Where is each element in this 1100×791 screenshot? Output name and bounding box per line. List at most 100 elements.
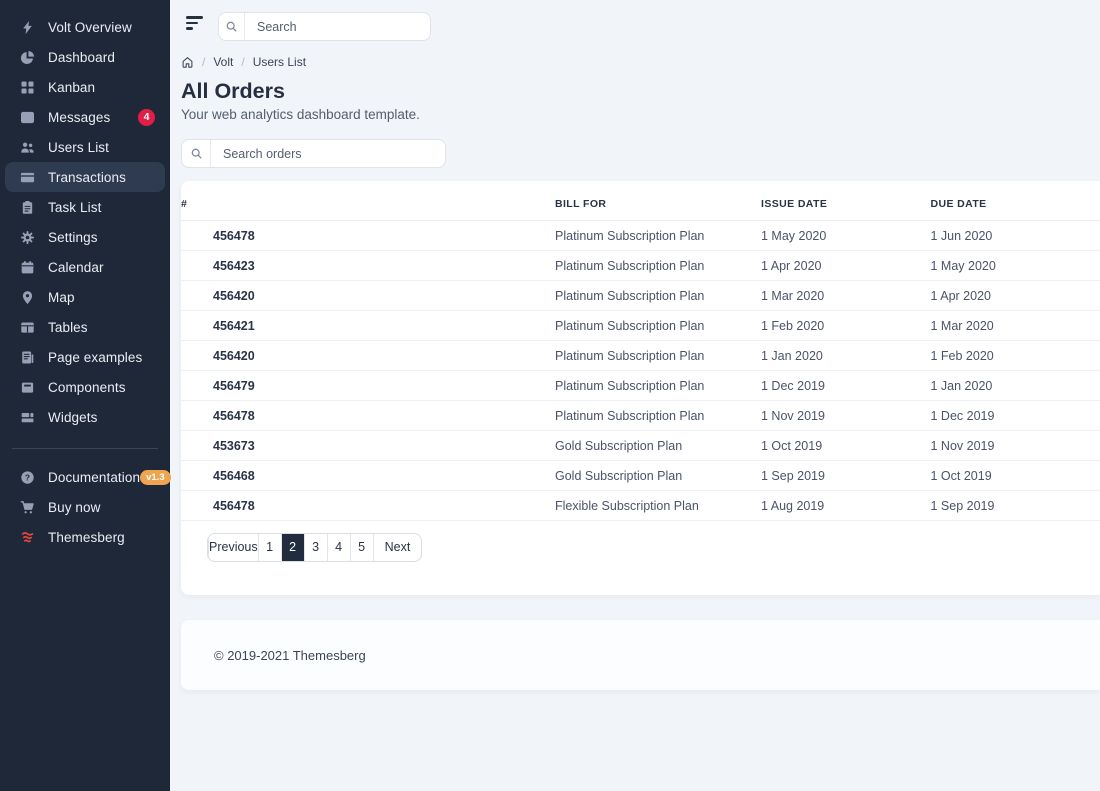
orders-search-input[interactable] [211, 140, 445, 167]
order-due-date: 1 Apr 2020 [931, 281, 1100, 311]
sidebar-item-map[interactable]: Map [5, 282, 165, 312]
sidebar-item-users-list[interactable]: Users List [5, 132, 165, 162]
sidebar-item-label: Components [48, 380, 126, 395]
order-issue-date: 1 May 2020 [761, 221, 931, 251]
table-row[interactable]: 456420 Platinum Subscription Plan 1 Jan … [181, 341, 1100, 371]
table-row[interactable]: 456479 Platinum Subscription Plan 1 Dec … [181, 371, 1100, 401]
order-due-date: 1 May 2020 [931, 251, 1100, 281]
sidebar-item-label: Settings [48, 230, 98, 245]
order-due-date: 1 Dec 2019 [931, 401, 1100, 431]
breadcrumb-volt[interactable]: Volt [213, 55, 233, 69]
page-subtitle: Your web analytics dashboard template. [181, 107, 420, 122]
sidebar-item-messages[interactable]: Messages 4 [5, 102, 165, 132]
sidebar-badge: 4 [138, 109, 155, 126]
pagination: Previous12345Next [207, 533, 422, 562]
page-button-1[interactable]: 1 [258, 534, 281, 561]
sidebar-item-dashboard[interactable]: Dashboard [5, 42, 165, 72]
order-id: 456421 [181, 311, 555, 341]
sidebar-item-kanban[interactable]: Kanban [5, 72, 165, 102]
order-id: 456478 [181, 491, 555, 521]
sidebar-item-label: Messages [48, 110, 110, 125]
file-icon [19, 349, 35, 365]
table-row[interactable]: 456478 Platinum Subscription Plan 1 May … [181, 221, 1100, 251]
cart-icon [19, 499, 35, 515]
users-icon [19, 139, 35, 155]
table-row[interactable]: 456468 Gold Subscription Plan 1 Sep 2019… [181, 461, 1100, 491]
page-button-2[interactable]: 2 [281, 534, 304, 561]
gear-icon [19, 229, 35, 245]
order-id: 453673 [181, 431, 555, 461]
column-header-due-date: DUE DATE [931, 181, 1100, 221]
sidebar-item-page-examples[interactable]: Page examples [5, 342, 165, 372]
sidebar-item-label: Dashboard [48, 50, 115, 65]
home-icon[interactable] [181, 56, 194, 69]
copyright-text: © 2019-2021 Themesberg [214, 648, 366, 663]
sidebar-item-label: Themesberg [48, 530, 125, 545]
themesberg-logo-icon [19, 529, 35, 545]
page-button-4[interactable]: 4 [327, 534, 350, 561]
table-row[interactable]: 453673 Gold Subscription Plan 1 Oct 2019… [181, 431, 1100, 461]
topbar-search-input[interactable] [245, 13, 430, 40]
table-row[interactable]: 456478 Platinum Subscription Plan 1 Nov … [181, 401, 1100, 431]
menu-toggle-button[interactable] [186, 16, 204, 31]
sidebar-item-label: Map [48, 290, 75, 305]
order-issue-date: 1 Dec 2019 [761, 371, 931, 401]
sidebar-item-calendar[interactable]: Calendar [5, 252, 165, 282]
sidebar-item-label: Volt Overview [48, 20, 132, 35]
box-icon [19, 379, 35, 395]
clipboard-icon [19, 199, 35, 215]
order-due-date: 1 Jun 2020 [931, 221, 1100, 251]
sidebar-item-documentation[interactable]: ? Documentation v1.3 [5, 462, 165, 492]
sidebar-item-label: Tables [48, 320, 88, 335]
sidebar-item-tables[interactable]: Tables [5, 312, 165, 342]
sidebar-item-themesberg[interactable]: Themesberg [5, 522, 165, 552]
svg-text:?: ? [24, 472, 29, 482]
sidebar-item-label: Documentation [48, 470, 140, 485]
chart-pie-icon [19, 49, 35, 65]
question-circle-icon: ? [19, 469, 35, 485]
sidebar-nav: Volt Overview Dashboard Kanban Messages … [0, 12, 170, 432]
sidebar-item-settings[interactable]: Settings [5, 222, 165, 252]
table-row[interactable]: 456423 Platinum Subscription Plan 1 Apr … [181, 251, 1100, 281]
breadcrumb-users-list[interactable]: Users List [253, 55, 306, 69]
topbar-search[interactable] [218, 12, 431, 41]
sidebar-item-transactions[interactable]: Transactions [5, 162, 165, 192]
order-id: 456423 [181, 251, 555, 281]
order-issue-date: 1 Aug 2019 [761, 491, 931, 521]
sidebar-item-volt-overview[interactable]: Volt Overview [5, 12, 165, 42]
table-icon [19, 319, 35, 335]
order-id: 456468 [181, 461, 555, 491]
table-row[interactable]: 456420 Platinum Subscription Plan 1 Mar … [181, 281, 1100, 311]
order-bill-for: Platinum Subscription Plan [555, 281, 761, 311]
table-row[interactable]: 456421 Platinum Subscription Plan 1 Feb … [181, 311, 1100, 341]
sidebar-item-components[interactable]: Components [5, 372, 165, 402]
order-id: 456478 [181, 401, 555, 431]
order-issue-date: 1 Sep 2019 [761, 461, 931, 491]
sidebar-item-label: Widgets [48, 410, 97, 425]
page-button-5[interactable]: 5 [350, 534, 373, 561]
sidebar-item-buy-now[interactable]: Buy now [5, 492, 165, 522]
order-bill-for: Gold Subscription Plan [555, 461, 761, 491]
page-button-previous[interactable]: Previous [208, 534, 258, 561]
order-bill-for: Platinum Subscription Plan [555, 221, 761, 251]
order-due-date: 1 Jan 2020 [931, 371, 1100, 401]
main-content: / Volt / Users List All Orders Your web … [170, 0, 1100, 791]
order-bill-for: Gold Subscription Plan [555, 431, 761, 461]
breadcrumb-separator: / [202, 55, 205, 69]
table-row[interactable]: 456478 Flexible Subscription Plan 1 Aug … [181, 491, 1100, 521]
breadcrumb: / Volt / Users List [181, 55, 306, 69]
order-due-date: 1 Sep 2019 [931, 491, 1100, 521]
page-button-next[interactable]: Next [373, 534, 422, 561]
orders-search[interactable] [181, 139, 446, 168]
kanban-grid-icon [19, 79, 35, 95]
order-issue-date: 1 Mar 2020 [761, 281, 931, 311]
sidebar-item-widgets[interactable]: Widgets [5, 402, 165, 432]
order-issue-date: 1 Apr 2020 [761, 251, 931, 281]
order-due-date: 1 Oct 2019 [931, 461, 1100, 491]
page-button-3[interactable]: 3 [304, 534, 327, 561]
sidebar-item-label: Users List [48, 140, 109, 155]
order-issue-date: 1 Oct 2019 [761, 431, 931, 461]
sidebar-item-task-list[interactable]: Task List [5, 192, 165, 222]
footer: © 2019-2021 Themesberg [181, 620, 1100, 690]
order-issue-date: 1 Nov 2019 [761, 401, 931, 431]
